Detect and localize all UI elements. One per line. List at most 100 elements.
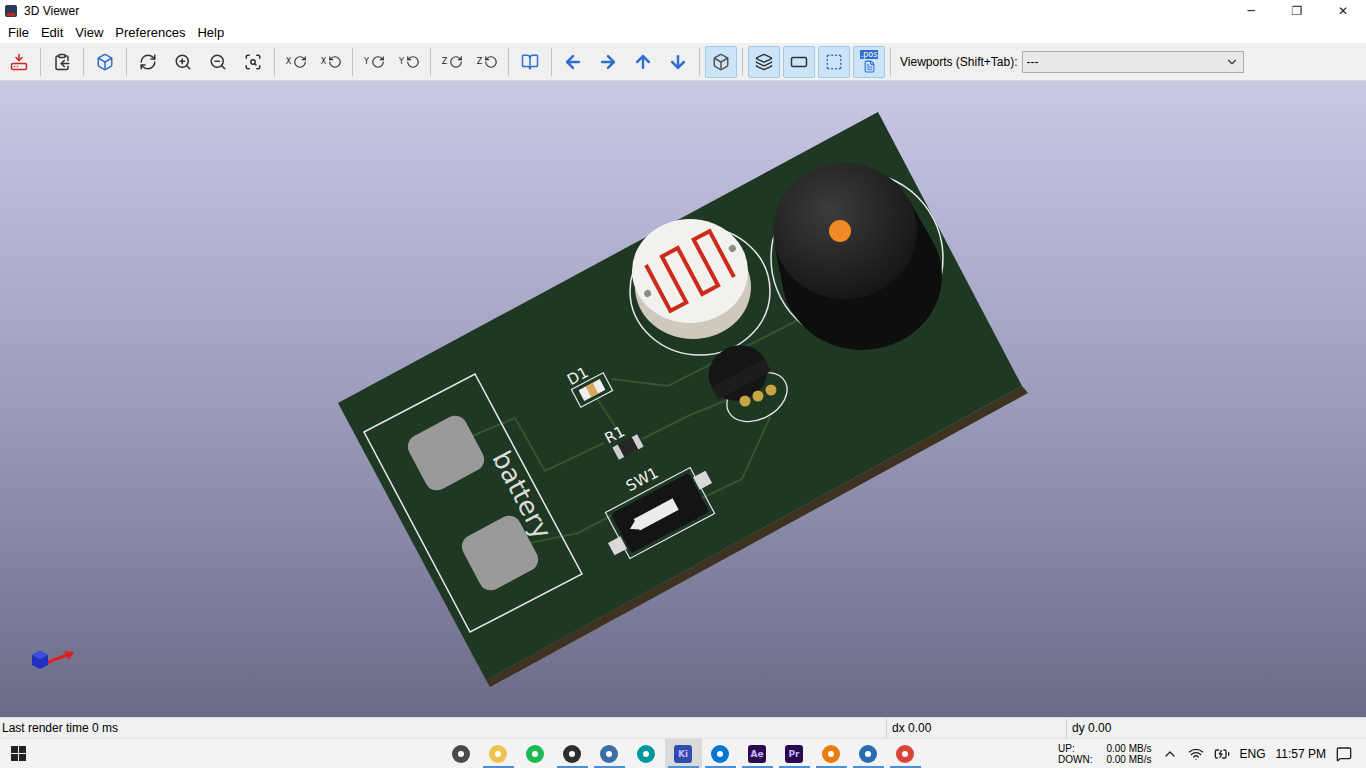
tht-icon [755,53,773,71]
taskbar-app[interactable] [480,739,517,768]
toolbar-group [3,46,35,78]
toolbar-button[interactable] [783,46,815,78]
app-icon [896,745,914,763]
toolbar-button-label: X [285,57,292,66]
battery-icon[interactable] [1214,746,1230,762]
battery-label: battery [486,446,557,544]
toolbar-button-label: Y [363,57,370,66]
toolbar-button-label: .pos [860,50,879,59]
arrow-up-icon [633,52,653,72]
toolbar-button[interactable]: X [280,46,312,78]
toolbar-button[interactable] [46,46,78,78]
toolbar-button-label: X [320,57,327,66]
taskbar-app[interactable] [443,739,480,768]
cube-icon [96,53,114,71]
toolbar-group: ZZ [436,46,503,78]
toolbar-button[interactable]: Z [471,46,503,78]
menu-item[interactable]: File [2,23,35,42]
wifi-icon[interactable] [1188,746,1204,762]
toolbar-button[interactable] [592,46,624,78]
pcb-board [338,112,1028,687]
clock[interactable]: 11:57 PM [1276,747,1326,761]
viewports-dropdown[interactable]: --- [1022,51,1244,73]
toolbar-button[interactable] [627,46,659,78]
battery-footprint: battery [364,374,582,632]
toolbar-button-label: Y [398,57,405,66]
toolbar-button[interactable] [514,46,546,78]
taskbar-app[interactable] [554,739,591,768]
ldr-sensor [630,219,770,355]
taskbar-app[interactable]: Pr [776,739,813,768]
viewports-label: Viewports (Shift+Tab): [896,55,1022,69]
app-icon [637,745,655,763]
toolbar-separator [430,48,431,76]
axis-gizmo-icon [32,651,74,669]
smd-icon [790,53,808,71]
d1-led: D1 [563,357,613,407]
menu-item[interactable]: View [69,23,109,42]
toolbar-button[interactable]: Z [436,46,468,78]
zoom-in-icon [174,53,192,71]
clipboard-icon [53,53,71,71]
toolbar-separator [742,48,743,76]
toolbar-separator [699,48,700,76]
toolbar-button[interactable]: Y [358,46,390,78]
menu-item[interactable]: Help [191,23,230,42]
taskbar-app[interactable] [850,739,887,768]
language-indicator[interactable]: ENG [1240,747,1266,761]
toolbar-button[interactable] [202,46,234,78]
toolbar-separator [352,48,353,76]
toolbar-button-label: Z [476,57,483,66]
export-icon [10,53,28,71]
toolbar-button[interactable] [818,46,850,78]
status-message: Last render time 0 ms [0,719,886,738]
toolbar-button[interactable] [748,46,780,78]
taskbar-app[interactable] [517,739,554,768]
app-icon [489,745,507,763]
taskbar-app[interactable] [887,739,924,768]
status-bar: Last render time 0 msdx 0.00dy 0.00 [0,717,1366,738]
taskbar-app[interactable] [702,739,739,768]
notification-icon[interactable] [1336,746,1352,762]
toolbar-button[interactable] [237,46,269,78]
toolbar-button[interactable] [662,46,694,78]
toolbar-button[interactable] [132,46,164,78]
taskbar-app[interactable]: Ki [665,739,702,768]
toolbar-button[interactable] [557,46,589,78]
toolbar-button[interactable]: Y [393,46,425,78]
chevron-up-icon[interactable] [1162,746,1178,762]
rotate-ccw-icon [484,55,498,69]
window-control[interactable]: ─ [1228,0,1274,22]
toolbar-button[interactable] [167,46,199,78]
app-window: 3D Viewer─❐✕FileEditViewPreferencesHelp X… [0,0,1366,768]
toolbar-button[interactable] [705,46,737,78]
taskbar-app[interactable] [591,739,628,768]
app-icon [4,4,18,18]
status-dy: dy 0.00 [1066,719,1206,738]
toolbar-group [132,46,269,78]
toolbar-group [557,46,694,78]
r1-label: R1 [602,422,628,447]
menu-item[interactable]: Preferences [109,23,191,42]
start-button[interactable] [0,739,36,768]
toolbar-button[interactable] [89,46,121,78]
viewport[interactable]: batteryD1 R1 SW1 [0,81,1366,717]
pcb-3d-view[interactable]: batteryD1 R1 SW1 [0,81,1366,717]
toolbar-group: YY [358,46,425,78]
sw1-label: SW1 [623,464,661,496]
taskbar-app[interactable]: Ae [739,739,776,768]
toolbar-button[interactable] [3,46,35,78]
taskbar-apps: Ki AePr [443,739,924,768]
taskbar-app[interactable] [813,739,850,768]
menu-item[interactable]: Edit [35,23,69,42]
taskbar-app[interactable] [628,739,665,768]
window-control[interactable]: ❐ [1274,0,1320,22]
toolbar-button[interactable]: .pos [853,46,885,78]
title-bar: 3D Viewer─❐✕ [0,0,1366,22]
toolbar-group: XX [280,46,347,78]
reload-icon [139,53,157,71]
toolbar-button[interactable]: X [315,46,347,78]
pos-file-icon [863,60,876,73]
window-control[interactable]: ✕ [1320,0,1366,22]
rotate-cw-icon [371,55,385,69]
